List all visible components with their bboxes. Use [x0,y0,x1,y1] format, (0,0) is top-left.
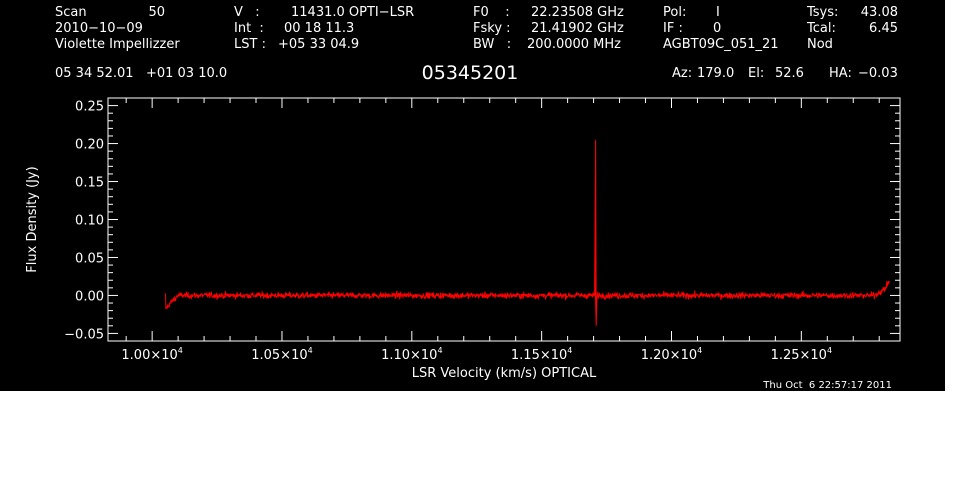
y-tick-label: −0.05 [64,327,104,342]
plot-timestamp: Thu Oct 6 22:57:17 2011 [763,380,892,391]
y-tick-label: 0.25 [75,100,104,115]
y-tick-label: 0.20 [75,138,104,153]
plot-frame [107,97,901,342]
y-tick-label: 0.15 [75,176,104,191]
x-tick-label: 1.10×104 [381,346,442,363]
axis-ticks [108,97,900,342]
x-tick-label: 1.15×104 [511,346,572,363]
y-tick-label: 0.10 [75,214,104,229]
y-tick-labels: −0.05 0.00 0.05 0.10 0.15 0.20 0.25 [64,100,104,343]
x-tick-label: 1.25×104 [771,346,832,363]
y-tick-label: 0.05 [75,251,104,266]
y-tick-label: 0.00 [75,289,104,304]
spectrum-plot: 1.00×104 1.05×104 1.10×104 1.15×104 1.20×104… [25,97,901,381]
spectrum-line [164,139,890,326]
spectrum-display: Scan 50 V : 11431.0 OPTI−LSR F0 : 22.235… [0,0,945,391]
x-tick-labels: 1.00×104 1.05×104 1.10×104 1.15×104 1.20×104… [121,346,832,363]
x-tick-label: 1.20×104 [641,346,702,363]
x-tick-label: 1.00×104 [121,346,182,363]
x-tick-label: 1.05×104 [251,346,312,363]
x-axis-label: LSR Velocity (km/s) OPTICAL [412,366,597,381]
y-axis-label: Flux Density (Jy) [25,166,40,272]
